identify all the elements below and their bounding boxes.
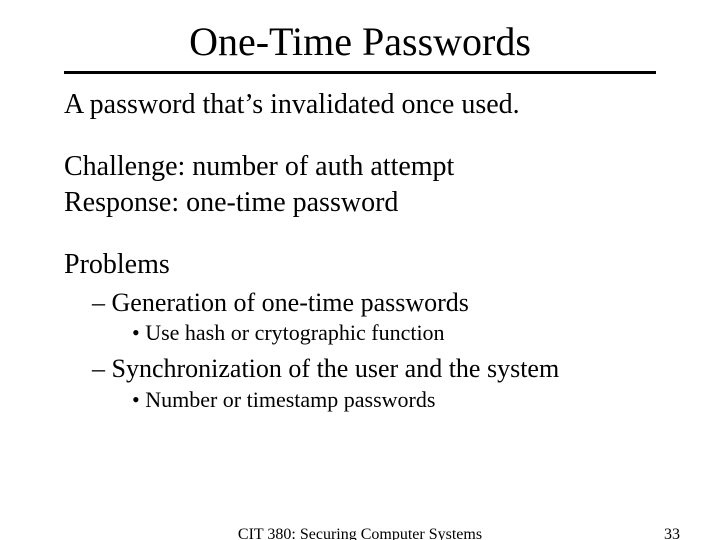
title-rule bbox=[64, 71, 656, 74]
slide-body: A password that’s invalidated once used.… bbox=[0, 88, 720, 414]
problem-subitem-hash: • Use hash or crytographic function bbox=[64, 320, 656, 347]
footer-course: CIT 380: Securing Computer Systems bbox=[0, 526, 720, 540]
intro-text: A password that’s invalidated once used. bbox=[64, 88, 656, 122]
problems-heading: Problems bbox=[64, 248, 656, 282]
footer-page-number: 33 bbox=[664, 526, 680, 540]
problem-item-generation: – Generation of one-time passwords bbox=[64, 287, 656, 319]
response-line: Response: one-time password bbox=[64, 186, 656, 220]
problem-subitem-timestamp: • Number or timestamp passwords bbox=[64, 387, 656, 414]
slide-title: One-Time Passwords bbox=[0, 0, 720, 71]
problem-item-sync: – Synchronization of the user and the sy… bbox=[64, 353, 656, 385]
slide: One-Time Passwords A password that’s inv… bbox=[0, 0, 720, 540]
challenge-line: Challenge: number of auth attempt bbox=[64, 150, 656, 184]
